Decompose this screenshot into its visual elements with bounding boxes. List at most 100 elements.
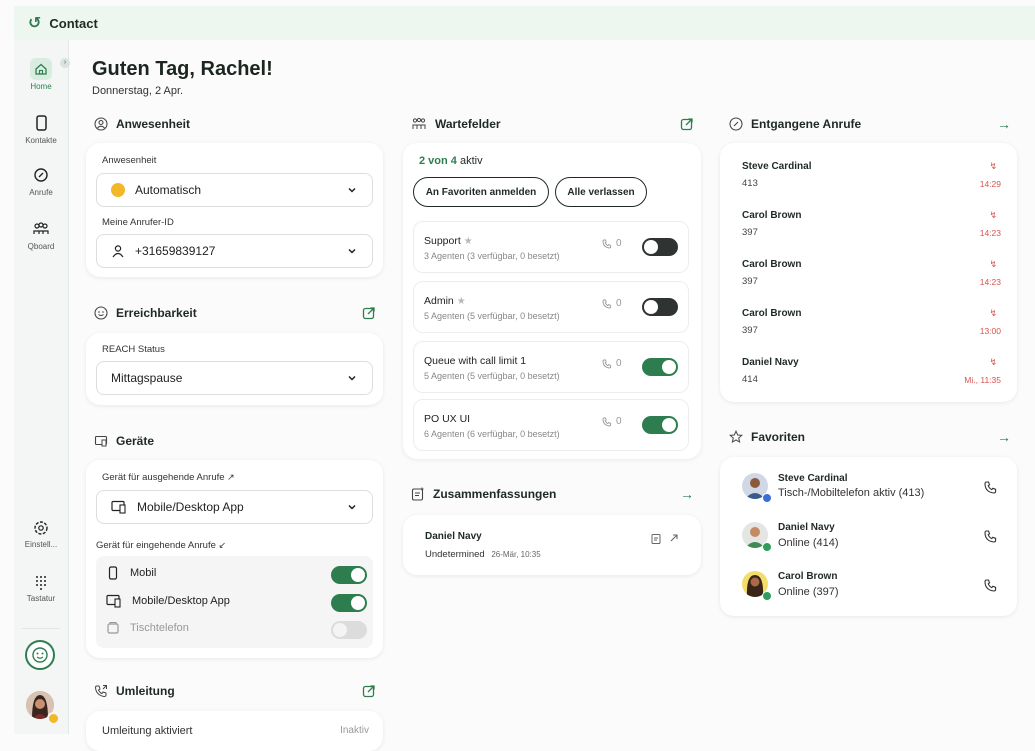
forwarding-status: Inaktiv — [340, 725, 369, 736]
page-title: Guten Tag, Rachel! — [92, 58, 273, 80]
queues-section-title: Wartefelder — [411, 117, 501, 131]
sidebar-item-qboard[interactable]: Qboard — [14, 220, 68, 251]
queue-toggle[interactable] — [642, 416, 678, 434]
arrow-right-icon[interactable]: → — [680, 486, 694, 502]
sidebar-item-keypad[interactable]: Tastatur — [14, 572, 68, 603]
arrow-right-icon[interactable]: → — [997, 429, 1011, 445]
star-icon[interactable]: ★ — [457, 296, 466, 307]
summaries-card: Daniel Navy Undetermined 26-Mär, 10:35 — [403, 515, 701, 575]
chevron-down-icon — [348, 504, 356, 510]
sidebar-divider — [22, 628, 60, 629]
presence-select[interactable]: Automatisch — [96, 173, 373, 207]
phone-icon — [602, 239, 612, 248]
reach-status-select[interactable]: Mittagspause — [96, 361, 373, 395]
sidebar-item-label: Kontakte — [25, 136, 57, 145]
desktop-app-icon — [106, 594, 121, 608]
incoming-device-label: Gerät für eingehende Anrufe ↙ — [96, 540, 227, 551]
queue-name: Support — [424, 235, 461, 247]
outgoing-device-select[interactable]: Mobile/Desktop App — [96, 490, 373, 524]
presence-status-dot — [762, 591, 772, 601]
incoming-device-desktop: Mobile/Desktop App — [106, 594, 230, 608]
queue-agents: 5 Agenten (5 verfügbar, 0 besetzt) — [424, 371, 560, 381]
app-title: Contact — [49, 15, 98, 31]
queue-toggle[interactable] — [642, 238, 678, 256]
devices-section-title: Geräte — [94, 434, 154, 448]
open-external-icon[interactable] — [362, 684, 376, 698]
queue-call-count: 0 — [602, 416, 622, 427]
favorites-section-title: Favoriten — [729, 430, 805, 444]
queue-call-count: 0 — [602, 298, 622, 309]
reach-status-value: Mittagspause — [111, 371, 183, 385]
calls-icon — [34, 168, 48, 182]
list-item: PO UX UI 6 Agenten (6 verfügbar, 0 beset… — [413, 399, 689, 451]
sidebar-item-calls[interactable]: Anrufe — [14, 166, 68, 197]
forwarding-section-title: Umleitung — [94, 684, 175, 698]
current-date: Donnerstag, 2 Apr. — [92, 85, 184, 97]
chevron-down-icon — [348, 187, 356, 193]
incoming-device-mobile: Mobil — [106, 566, 156, 580]
contacts-icon — [36, 115, 47, 131]
queues-active-summary: 2 von 4 aktiv — [419, 155, 483, 167]
star-icon[interactable]: ★ — [464, 236, 473, 247]
presence-status-dot — [47, 712, 60, 725]
mobile-icon — [108, 566, 118, 580]
home-icon — [30, 58, 52, 80]
login-favorites-button[interactable]: An Favoriten anmelden — [413, 177, 549, 207]
forwarding-card: Umleitung aktiviert Inaktiv — [86, 711, 383, 751]
queue-toggle[interactable] — [642, 298, 678, 316]
expand-arrow-icon[interactable] — [669, 533, 679, 543]
phone-icon[interactable] — [984, 481, 997, 494]
chevron-down-icon — [348, 375, 356, 381]
outgoing-device-value: Mobile/Desktop App — [137, 500, 244, 514]
queue-name: Admin — [424, 295, 454, 307]
missed-calls-icon — [729, 117, 743, 131]
star-outline-icon — [729, 430, 743, 444]
incoming-mobile-toggle[interactable] — [331, 566, 367, 584]
leave-all-button[interactable]: Alle verlassen — [555, 177, 647, 207]
summary-contact-name: Daniel Navy — [425, 531, 482, 542]
phone-icon[interactable] — [984, 530, 997, 543]
sidebar-item-settings[interactable]: Einstell... — [14, 518, 68, 549]
app-logo-icon: ↺ — [28, 15, 42, 32]
incoming-desktop-toggle[interactable] — [331, 594, 367, 612]
caller-id-select[interactable]: +31659839127 — [96, 234, 373, 268]
user-icon — [112, 245, 124, 258]
presence-label: Anwesenheit — [102, 155, 157, 166]
queue-call-count: 0 — [602, 358, 622, 369]
arrow-right-icon[interactable]: → — [997, 116, 1011, 132]
incoming-device-deskphone: Tischtelefon — [106, 621, 189, 635]
queue-name: Queue with call limit 1 — [424, 355, 527, 367]
devices-icon — [94, 435, 108, 447]
queue-agents: 6 Agenten (6 verfügbar, 0 besetzt) — [424, 429, 560, 439]
summaries-section-title: Zusammenfassungen — [411, 487, 556, 501]
phone-icon — [602, 359, 612, 368]
outgoing-device-label: Gerät für ausgehende Anrufe ↗ — [102, 472, 235, 483]
queues-icon — [412, 117, 426, 129]
incoming-deskphone-toggle[interactable] — [331, 621, 367, 639]
sidebar-item-label: Einstell... — [24, 540, 58, 549]
devices-card: Gerät für ausgehende Anrufe ↗ Mobile/Des… — [86, 460, 383, 658]
open-external-icon[interactable] — [362, 306, 376, 320]
favorites-card: Steve Cardinal Tisch-/Mobiltelefon aktiv… — [720, 457, 1017, 616]
reach-status-label: REACH Status — [102, 344, 165, 355]
queue-agents: 3 Agenten (3 verfügbar, 0 besetzt) — [424, 251, 560, 261]
desk-phone-icon — [107, 621, 119, 634]
reach-status-button[interactable] — [25, 640, 55, 670]
phone-icon — [602, 299, 612, 308]
sidebar-item-home[interactable]: Home — [14, 58, 68, 91]
queue-toggle[interactable] — [642, 358, 678, 376]
phone-forward-icon — [94, 685, 107, 698]
list-item: Admin ★ 5 Agenten (5 verfügbar, 0 besetzt… — [413, 281, 689, 333]
caller-id-label: Meine Anrufer-ID — [102, 217, 174, 228]
summary-icon — [411, 487, 424, 501]
open-external-icon[interactable] — [680, 117, 694, 131]
sidebar: › Home Kontakte Anrufe Qboard Einstell..… — [14, 40, 70, 734]
sidebar-item-label: Qboard — [27, 242, 55, 251]
queue-name: PO UX UI — [424, 413, 471, 425]
sidebar-item-contacts[interactable]: Kontakte — [14, 114, 68, 145]
reachability-card: REACH Status Mittagspause — [86, 333, 383, 405]
summary-doc-icon[interactable] — [651, 533, 662, 544]
phone-icon[interactable] — [984, 579, 997, 592]
list-item: Support ★ 3 Agenten (3 verfügbar, 0 beset… — [413, 221, 689, 273]
presence-status-dot — [762, 493, 772, 503]
